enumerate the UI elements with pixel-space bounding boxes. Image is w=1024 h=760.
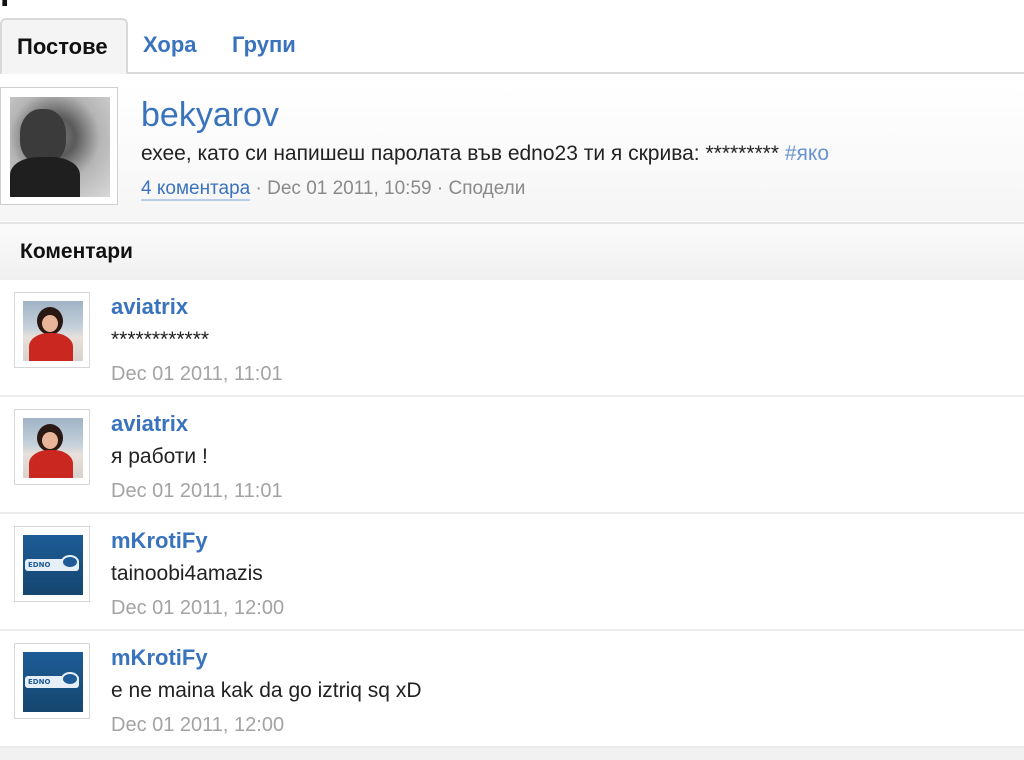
- comment-timestamp: Dec 01 2011, 12:00: [111, 714, 285, 736]
- comment-text: ************: [111, 328, 210, 351]
- comment-item: aviatrix я работи ! Dec 01 2011, 11:01: [0, 397, 1024, 514]
- avatar-photo: [10, 97, 110, 197]
- comments-count-link[interactable]: 4 коментара: [141, 178, 251, 201]
- comment-author-link[interactable]: mKrotiFy: [111, 528, 208, 554]
- comment-item: EDNO mKrotiFy e ne maina kak da go iztri…: [0, 631, 1024, 748]
- comments-header: Коментари: [0, 224, 1024, 280]
- comment-author-link[interactable]: aviatrix: [111, 411, 188, 437]
- meta-separator: ·: [431, 178, 449, 199]
- post-meta: 4 коментара · Dec 01 2011, 10:59 · Споде…: [141, 177, 525, 201]
- comment-text: e ne maina kak da go iztriq sq xD: [111, 679, 422, 702]
- tab-groups[interactable]: Групи: [232, 18, 296, 74]
- post: bekyarov ехее, като си напишеш паролата …: [0, 85, 1024, 221]
- tab-people[interactable]: Хора: [143, 18, 197, 74]
- comment-text: tainoobi4amazis: [111, 562, 263, 585]
- post-timestamp: Dec 01 2011, 10:59: [267, 178, 432, 199]
- post-body: ехее, като си напишеш паролата във edno2…: [141, 142, 780, 165]
- hashtag-link[interactable]: #яко: [785, 142, 829, 165]
- comment-timestamp: Dec 01 2011, 11:01: [111, 363, 283, 385]
- comments-title: Коментари: [20, 240, 133, 263]
- meta-separator: ·: [250, 178, 268, 199]
- bottom-divider: [0, 748, 1024, 760]
- tab-bar: Постове Хора Групи: [0, 18, 1024, 74]
- share-link[interactable]: Сподели: [448, 178, 525, 199]
- comment-avatar[interactable]: EDNO: [14, 643, 90, 719]
- comment-timestamp: Dec 01 2011, 11:01: [111, 480, 283, 502]
- comment-author-link[interactable]: aviatrix: [111, 294, 188, 320]
- comment-avatar[interactable]: EDNO: [14, 526, 90, 602]
- edno-logo-icon: EDNO: [23, 652, 83, 712]
- tab-posts[interactable]: Постове: [0, 18, 128, 74]
- avatar-photo: [23, 301, 83, 361]
- comment-timestamp: Dec 01 2011, 12:00: [111, 597, 285, 619]
- comment-avatar[interactable]: [14, 409, 90, 485]
- comment-item: aviatrix ************ Dec 01 2011, 11:01: [0, 280, 1024, 397]
- edno-logo-icon: EDNO: [23, 535, 83, 595]
- comment-author-link[interactable]: mKrotiFy: [111, 645, 208, 671]
- post-author-avatar[interactable]: [0, 87, 118, 205]
- comment-text: я работи !: [111, 445, 208, 468]
- comment-item: EDNO mKrotiFy tainoobi4amazis Dec 01 201…: [0, 514, 1024, 631]
- post-text: ехее, като си напишеш паролата във edno2…: [141, 141, 829, 167]
- page-heading-cut: р: [0, 0, 21, 6]
- post-author-link[interactable]: bekyarov: [141, 95, 279, 135]
- comments-panel: Коментари aviatrix ************ Dec 01 2…: [0, 222, 1024, 760]
- avatar-photo: [23, 418, 83, 478]
- comment-avatar[interactable]: [14, 292, 90, 368]
